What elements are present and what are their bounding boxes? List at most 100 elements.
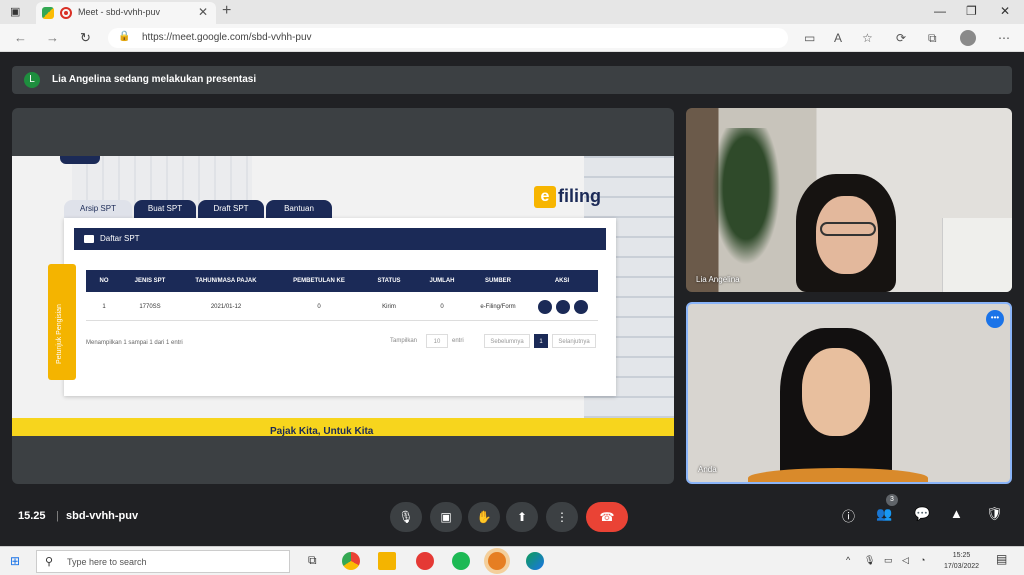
microphone-icon: 🎙 bbox=[398, 510, 414, 524]
end-call-icon: ☎ bbox=[599, 510, 615, 524]
shelf-background bbox=[942, 218, 1012, 292]
shared-slide: e filing Arsip SPT Buat SPT Draft SPT Ban… bbox=[12, 156, 674, 436]
more-options-button[interactable]: ⋮ bbox=[546, 502, 578, 532]
spotify-icon[interactable] bbox=[452, 552, 470, 570]
meet-control-bar: 15.25 | sbd-vvhh-puv 🎙 ▣ ✋ ⬆ ⋮ ☎ ⓘ 3 👥 💬… bbox=[0, 492, 1024, 542]
reload-icon[interactable]: ↻ bbox=[80, 30, 91, 46]
cell-status: Kirim bbox=[382, 304, 396, 310]
windows-start-icon[interactable]: ⊞ bbox=[10, 554, 20, 568]
tray-up-icon[interactable]: ^ bbox=[846, 555, 850, 565]
tab-buat-spt[interactable]: Buat SPT bbox=[134, 200, 196, 218]
slogan-text: Pajak Kita, Untuk Kita bbox=[270, 426, 374, 436]
presentation-tile[interactable]: e filing Arsip SPT Buat SPT Draft SPT Ban… bbox=[12, 108, 674, 484]
present-screen-icon: ⬆ bbox=[516, 510, 528, 524]
more-options-icon[interactable]: ⋯ bbox=[998, 31, 1010, 45]
read-aloud-icon[interactable]: A bbox=[834, 31, 842, 45]
col-no: NO bbox=[86, 270, 122, 292]
page-size-select[interactable]: 10 bbox=[426, 334, 448, 348]
cell-jenis: 1770SS bbox=[139, 304, 161, 310]
browser-tab-meet[interactable]: Meet - sbd-vvhh-puv ✕ bbox=[36, 2, 216, 24]
collections-icon[interactable]: ⧉ bbox=[928, 31, 937, 46]
chrome-icon[interactable] bbox=[342, 552, 360, 570]
wifi-icon[interactable]: ◔ bbox=[920, 555, 925, 565]
col-jumlah: JUMLAH bbox=[414, 270, 470, 292]
panel-header: Daftar SPT bbox=[74, 228, 606, 250]
close-tab-icon[interactable]: ✕ bbox=[198, 5, 208, 19]
next-page-button[interactable]: Selanjutnya bbox=[552, 334, 596, 348]
taskbar-search-input[interactable]: ⚲ Type here to search bbox=[36, 550, 290, 573]
tile-options-icon[interactable]: ••• bbox=[986, 310, 1004, 328]
more-vert-icon: ⋮ bbox=[556, 510, 568, 524]
back-icon[interactable]: ← bbox=[14, 30, 27, 45]
chat-icon[interactable]: 💬 bbox=[914, 506, 930, 522]
notifications-icon[interactable]: ▤ bbox=[996, 552, 1007, 566]
url-field[interactable]: 🔒 https://meet.google.com/sbd-vvhh-puv bbox=[108, 28, 788, 48]
cell-pembetulan: 0 bbox=[317, 304, 321, 310]
forward-icon[interactable]: → bbox=[46, 30, 59, 45]
maximize-icon[interactable]: ❐ bbox=[966, 4, 977, 18]
col-tahun: TAHUN/MASA PAJAK bbox=[178, 270, 274, 292]
window-menu-icon[interactable]: ▣ bbox=[10, 5, 24, 19]
petunjuk-side-tab[interactable]: Petunjuk Pengisian bbox=[48, 264, 76, 380]
clock-date: 17/03/2022 bbox=[944, 563, 980, 570]
daftar-spt-panel: Daftar SPT NO JENIS SPT TAHUN/MASA PAJAK… bbox=[64, 218, 616, 396]
url-text: https://meet.google.com/sbd-vvhh-puv bbox=[142, 32, 312, 43]
participant-name: Anda bbox=[698, 465, 717, 474]
adobe-reader-icon[interactable] bbox=[416, 552, 434, 570]
camera-icon: ▣ bbox=[440, 510, 452, 524]
raise-hand-button[interactable]: ✋ bbox=[468, 502, 500, 532]
banner-text: Lia Angelina sedang melakukan presentasi bbox=[52, 74, 257, 85]
col-aksi: AKSI bbox=[526, 270, 598, 292]
new-tab-icon[interactable]: + bbox=[222, 2, 231, 20]
people-icon[interactable]: 👥 bbox=[876, 506, 892, 522]
lock-icon[interactable]: 🔒 bbox=[118, 31, 130, 42]
minimize-icon[interactable]: — bbox=[934, 4, 946, 18]
meeting-time: 15.25 bbox=[18, 510, 46, 522]
download-action-icon[interactable] bbox=[556, 300, 570, 314]
file-explorer-icon[interactable] bbox=[378, 552, 396, 570]
camera-button[interactable]: ▣ bbox=[430, 502, 462, 532]
clock-time: 15:25 bbox=[952, 552, 971, 559]
windows-taskbar: ⊞ ⚲ Type here to search ⧉ ^ 🎙 ▭ ◁ ◔ 15:2… bbox=[0, 546, 1024, 575]
meeting-info-icon[interactable]: ⓘ bbox=[842, 506, 855, 525]
col-sumber: SUMBER bbox=[470, 270, 526, 292]
task-view-icon[interactable]: ⧉ bbox=[308, 553, 317, 568]
host-controls-icon[interactable]: 🛡 bbox=[986, 506, 1003, 522]
meet-favicon-icon bbox=[42, 7, 54, 19]
col-status: STATUS bbox=[364, 270, 414, 292]
pager-unit: entri bbox=[452, 338, 464, 344]
close-window-icon[interactable]: ✕ bbox=[1000, 4, 1010, 18]
profile-avatar[interactable] bbox=[960, 30, 976, 46]
tray-mic-icon[interactable]: 🎙 bbox=[864, 555, 875, 566]
prev-page-button[interactable]: Sebelumnya bbox=[484, 334, 530, 348]
cell-no: 1 bbox=[102, 304, 106, 310]
battery-icon[interactable]: ▭ bbox=[884, 555, 893, 566]
favorite-icon[interactable]: ☆ bbox=[862, 31, 873, 45]
extensions-icon[interactable]: ⟳ bbox=[896, 31, 906, 45]
separator: | bbox=[56, 510, 59, 522]
browser-tab-bar: ▣ Meet - sbd-vvhh-puv ✕ + — ❐ ✕ bbox=[0, 0, 1024, 24]
plant-background bbox=[706, 128, 786, 278]
col-pembetulan: PEMBETULAN KE bbox=[274, 270, 364, 292]
search-icon: ⚲ bbox=[45, 556, 54, 568]
microphone-button[interactable]: 🎙 bbox=[390, 502, 422, 532]
tab-bantuan[interactable]: Bantuan bbox=[266, 200, 332, 218]
cast-icon[interactable]: ▭ bbox=[804, 31, 815, 45]
participant-tile-lia[interactable]: Lia Angelina bbox=[686, 108, 1012, 292]
tab-title: Meet - sbd-vvhh-puv bbox=[78, 7, 161, 17]
view-action-icon[interactable] bbox=[538, 300, 552, 314]
tab-arsip-spt[interactable]: Arsip SPT bbox=[64, 200, 132, 218]
leave-call-button[interactable]: ☎ bbox=[586, 502, 628, 532]
page-1-button[interactable]: 1 bbox=[534, 334, 548, 348]
app-icon[interactable] bbox=[488, 552, 506, 570]
tab-draft-spt[interactable]: Draft SPT bbox=[198, 200, 264, 218]
participant-tile-self[interactable]: ••• Anda bbox=[686, 302, 1012, 484]
present-button[interactable]: ⬆ bbox=[506, 502, 538, 532]
edge-icon[interactable] bbox=[526, 552, 544, 570]
activities-icon[interactable]: ▲ bbox=[950, 506, 963, 521]
print-action-icon[interactable] bbox=[574, 300, 588, 314]
volume-icon[interactable]: ◁ bbox=[902, 555, 909, 566]
efiling-logo: e filing bbox=[534, 186, 601, 208]
entries-info: Menampilkan 1 sampai 1 dari 1 entri bbox=[86, 340, 183, 346]
taskbar-clock[interactable]: 15:25 17/03/2022 bbox=[944, 550, 979, 572]
